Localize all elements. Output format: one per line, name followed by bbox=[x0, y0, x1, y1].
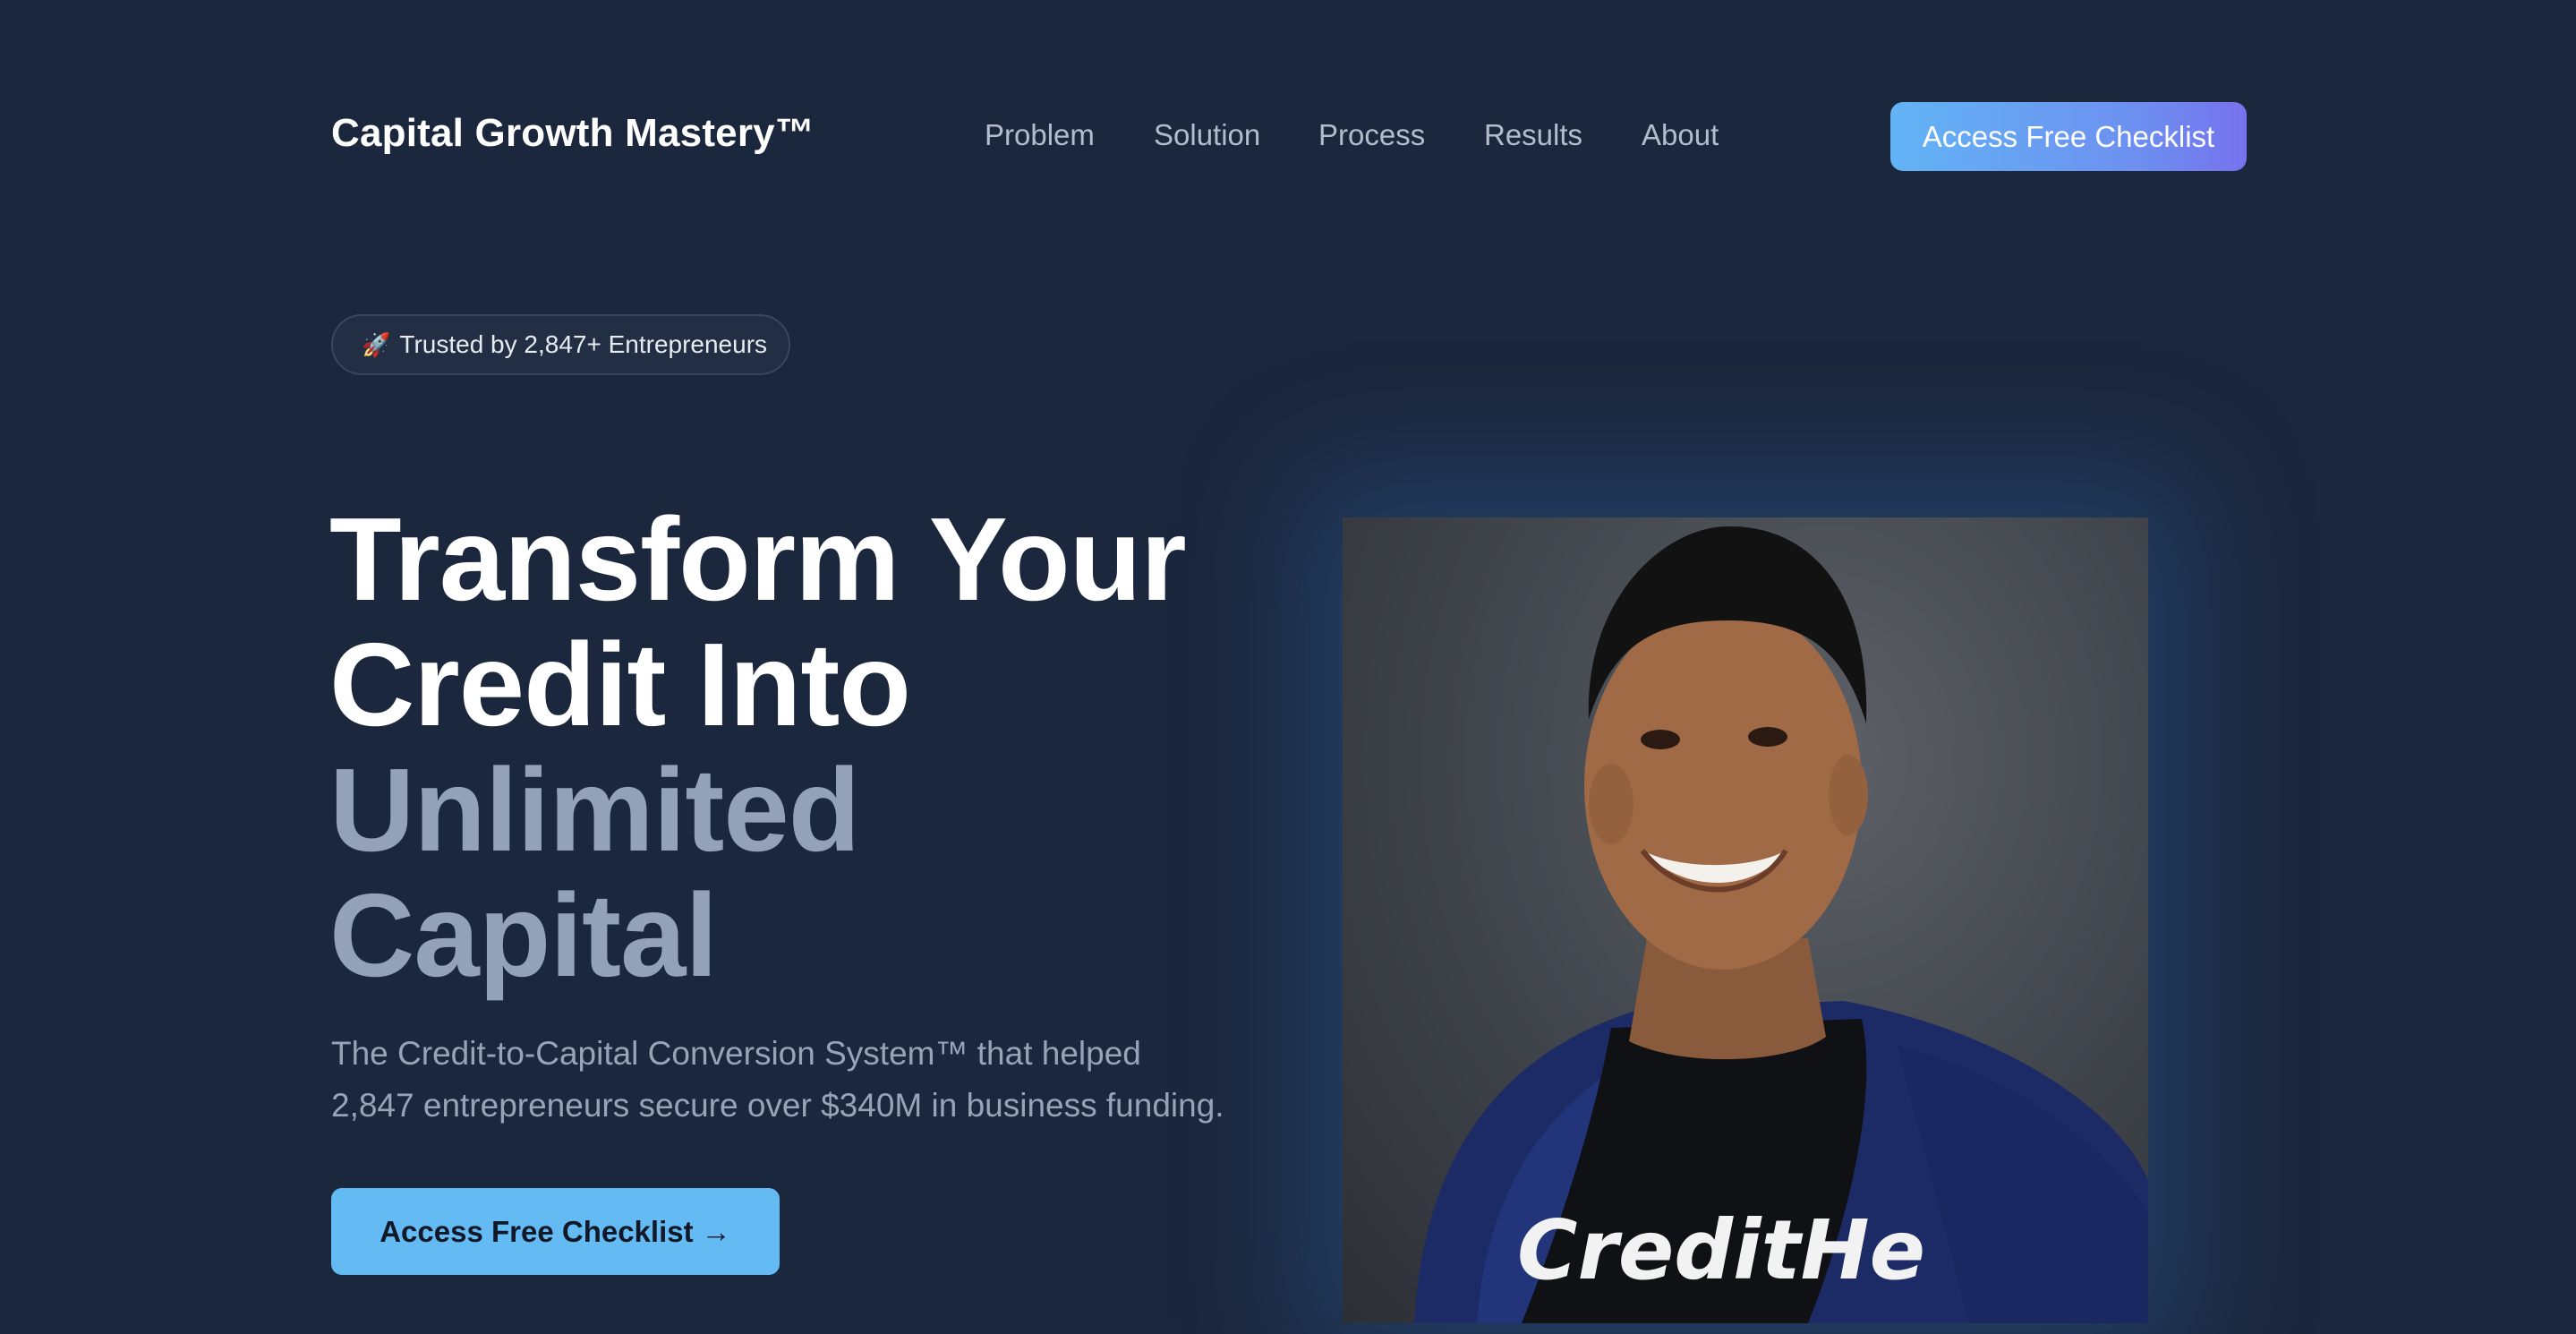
nav-link-results[interactable]: Results bbox=[1484, 118, 1582, 152]
shirt-logo-text: CreditHe bbox=[1517, 1202, 1925, 1298]
headline-line-3: Unlimited bbox=[329, 744, 860, 876]
nav-link-solution[interactable]: Solution bbox=[1154, 118, 1260, 152]
trust-badge: 🚀 Trusted by 2,847+ Entrepreneurs bbox=[331, 314, 790, 375]
founder-portrait: CreditHe bbox=[1343, 517, 2148, 1323]
portrait-illustration: CreditHe bbox=[1414, 526, 2148, 1323]
header-cta-button[interactable]: Access Free Checklist bbox=[1890, 102, 2247, 171]
landing-page: Capital Growth Mastery™ Problem Solution… bbox=[0, 0, 2576, 1334]
hero-headline: Transform Your Credit Into Unlimited Cap… bbox=[329, 493, 1187, 1001]
nav-link-process[interactable]: Process bbox=[1318, 118, 1425, 152]
brand-logo[interactable]: Capital Growth Mastery™ bbox=[331, 111, 815, 156]
headline-line-1: Transform Your bbox=[329, 493, 1187, 625]
trust-badge-text: Trusted by 2,847+ Entrepreneurs bbox=[399, 330, 768, 358]
rocket-icon: 🚀 bbox=[362, 330, 391, 358]
nav-link-about[interactable]: About bbox=[1642, 118, 1719, 152]
hero-photo: CreditHe bbox=[1343, 517, 2148, 1323]
headline-line-4: Capital bbox=[329, 869, 718, 1001]
hero-cta-button[interactable]: Access Free Checklist → bbox=[331, 1188, 780, 1275]
hero-subtext: The Credit-to-Capital Conversion System™… bbox=[331, 1035, 1224, 1124]
headline-line-2: Credit Into bbox=[329, 619, 911, 750]
nav-link-problem[interactable]: Problem bbox=[985, 118, 1095, 152]
